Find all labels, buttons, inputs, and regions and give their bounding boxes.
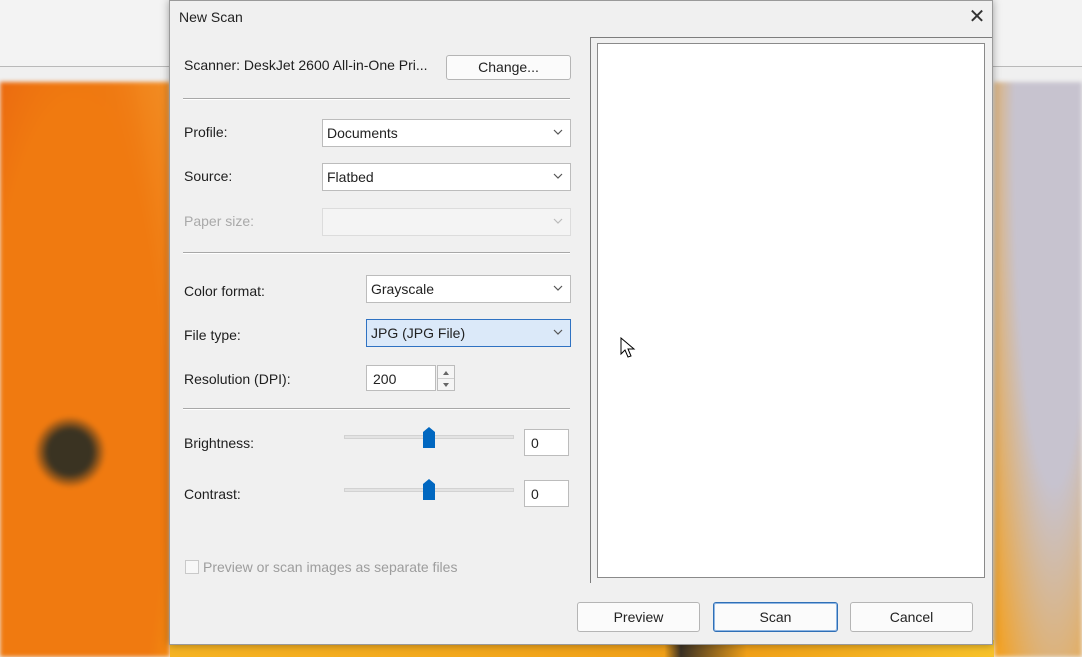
- source-dropdown[interactable]: Flatbed: [322, 163, 571, 191]
- flower-wallpaper-right: [994, 82, 1082, 657]
- brightness-input[interactable]: 0: [524, 429, 569, 456]
- contrast-value: 0: [531, 486, 539, 502]
- file-type-value: JPG (JPG File): [371, 325, 466, 341]
- file-type-label: File type:: [184, 327, 241, 343]
- color-format-label: Color format:: [184, 283, 265, 299]
- profile-label: Profile:: [184, 124, 228, 140]
- color-format-value: Grayscale: [371, 281, 435, 297]
- paper-size-dropdown: [322, 208, 571, 236]
- chevron-down-icon: [553, 218, 563, 224]
- chevron-down-icon: [553, 329, 563, 335]
- brightness-value: 0: [531, 435, 539, 451]
- source-label: Source:: [184, 168, 233, 184]
- paper-size-label: Paper size:: [184, 213, 255, 229]
- resolution-input[interactable]: 200: [366, 365, 436, 391]
- flower-wallpaper-left: [0, 82, 170, 657]
- change-scanner-button[interactable]: Change...: [446, 55, 571, 80]
- file-type-dropdown[interactable]: JPG (JPG File): [366, 319, 571, 347]
- new-scan-dialog: New Scan ✕ Scanner: DeskJet 2600 All-in-…: [169, 0, 993, 645]
- separator: [183, 252, 570, 254]
- separate-files-checkbox[interactable]: [185, 560, 199, 574]
- resolution-value: 200: [373, 371, 397, 387]
- spin-down-icon: [443, 383, 449, 387]
- separate-files-label: Preview or scan images as separate files: [203, 559, 458, 575]
- profile-value: Documents: [327, 125, 398, 141]
- brightness-label: Brightness:: [184, 435, 255, 451]
- resolution-spinner: [437, 365, 455, 391]
- source-value: Flatbed: [327, 169, 374, 185]
- resolution-decrement-button[interactable]: [438, 378, 454, 390]
- profile-dropdown[interactable]: Documents: [322, 119, 571, 147]
- preview-button[interactable]: Preview: [577, 602, 700, 632]
- preview-area: [597, 43, 985, 578]
- brightness-slider-thumb[interactable]: [422, 426, 436, 450]
- chevron-down-icon: [553, 173, 563, 179]
- mouse-pointer-icon: [620, 337, 636, 358]
- scan-button[interactable]: Scan: [713, 602, 838, 632]
- contrast-label: Contrast:: [184, 486, 241, 502]
- separator: [183, 408, 570, 410]
- resolution-label: Resolution (DPI):: [184, 371, 291, 387]
- contrast-slider-thumb[interactable]: [422, 478, 436, 502]
- dialog-title: New Scan: [179, 9, 243, 25]
- scanner-label: Scanner: DeskJet 2600 All-in-One Pri...: [184, 57, 428, 73]
- separator: [183, 98, 570, 100]
- cancel-button[interactable]: Cancel: [850, 602, 973, 632]
- chevron-down-icon: [553, 285, 563, 291]
- close-icon[interactable]: ✕: [964, 4, 990, 30]
- contrast-input[interactable]: 0: [524, 480, 569, 507]
- chevron-down-icon: [553, 129, 563, 135]
- color-format-dropdown[interactable]: Grayscale: [366, 275, 571, 303]
